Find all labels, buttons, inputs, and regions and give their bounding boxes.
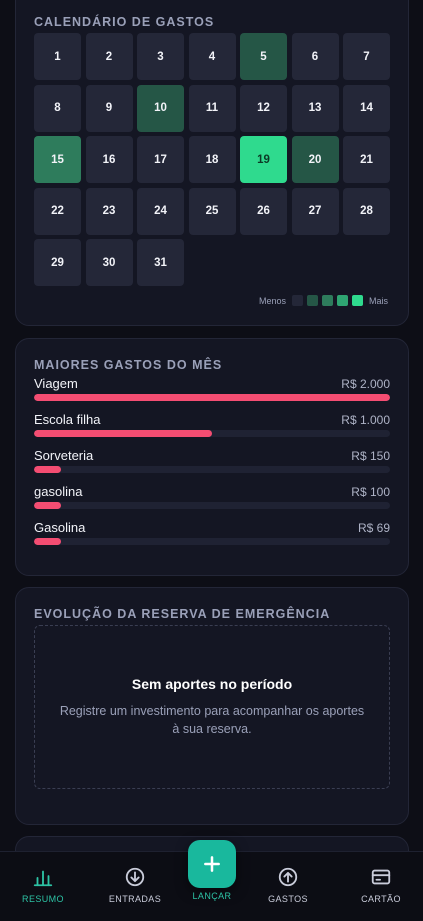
spending-bar-track: [34, 502, 390, 509]
add-entry-button[interactable]: [188, 840, 236, 888]
spending-item: Escola filha R$ 1.000: [34, 412, 390, 448]
spending-item: Gasolina R$ 69: [34, 520, 390, 556]
spending-value: R$ 150: [351, 449, 390, 463]
nav-item-gastos[interactable]: GASTOS: [248, 866, 328, 904]
top-spending-list: Viagem R$ 2.000 Escola filha R$ 1.000 Sorvet…: [34, 376, 390, 556]
nav-item-entradas[interactable]: ENTRADAS: [95, 866, 175, 904]
spending-row: Escola filha R$ 1.000: [34, 412, 390, 427]
reserve-title: EVOLUÇÃO DA RESERVA DE EMERGÊNCIA: [34, 607, 331, 621]
calendar-day[interactable]: 27: [291, 187, 339, 235]
calendar-day[interactable]: 31: [137, 239, 184, 286]
spending-name: Escola filha: [34, 412, 101, 427]
nav-item-resumo[interactable]: RESUMO: [3, 866, 83, 904]
legend-swatch-0: [291, 295, 303, 306]
spending-item: Sorveteria R$ 150: [34, 448, 390, 484]
calendar-legend: Menos Mais: [257, 295, 390, 306]
legend-less-label: Menos: [258, 295, 286, 306]
spending-value: R$ 100: [351, 485, 390, 499]
emergency-reserve-card: EVOLUÇÃO DA RESERVA DE EMERGÊNCIA Sem ap…: [15, 587, 409, 825]
spending-bar-fill: [34, 538, 61, 545]
calendar-day[interactable]: 13: [291, 84, 339, 132]
spending-bar-fill: [34, 466, 61, 473]
calendar-day[interactable]: 6: [291, 33, 339, 80]
empty-state-description: Registre um investimento para acompanhar…: [59, 704, 365, 736]
calendar-day[interactable]: 12: [240, 84, 287, 132]
calendar-day[interactable]: 25: [188, 187, 236, 235]
nav-label: ENTRADAS: [108, 894, 162, 904]
spending-item: Viagem R$ 2.000: [34, 376, 390, 412]
calendar-day[interactable]: 1: [34, 33, 81, 80]
calendar-day[interactable]: 8: [34, 84, 81, 132]
calendar-grid: 1 2 3 4 5 6 7 8 9 10 11 12 13 14 15 16 17 18 19 20 21 22 23 24 2…: [34, 33, 390, 286]
arrow-down-circle-icon: [125, 867, 145, 887]
calendar-day[interactable]: 18: [188, 136, 236, 183]
add-entry-label: LANÇAR: [192, 891, 232, 901]
calendar-day[interactable]: 29: [34, 239, 81, 286]
empty-state-title: Sem aportes no período: [131, 676, 293, 692]
calendar-day[interactable]: 14: [343, 84, 390, 132]
calendar-day[interactable]: 28: [343, 187, 390, 235]
nav-label: GASTOS: [268, 894, 308, 904]
legend-swatch-2: [321, 295, 333, 306]
spending-name: Viagem: [34, 376, 78, 391]
spending-value: R$ 69: [357, 521, 390, 535]
spending-name: gasolina: [34, 484, 83, 499]
calendar-day[interactable]: 2: [85, 33, 133, 80]
plus-icon: [204, 856, 220, 872]
bar-chart-icon: [33, 870, 53, 887]
calendar-title: CALENDÁRIO DE GASTOS: [34, 15, 215, 29]
calendar-day[interactable]: 9: [85, 84, 133, 132]
calendar-day[interactable]: 10: [137, 84, 184, 132]
spending-bar-track: [34, 430, 390, 437]
calendar-day[interactable]: 11: [188, 84, 236, 132]
spending-name: Sorveteria: [34, 448, 94, 463]
spending-bar-fill: [34, 502, 61, 509]
spending-bar-fill: [34, 394, 390, 401]
calendar-day[interactable]: 7: [343, 33, 390, 80]
legend-swatch-3: [336, 295, 348, 306]
spending-row: Sorveteria R$ 150: [34, 448, 390, 463]
credit-card-icon: [371, 869, 391, 885]
calendar-day[interactable]: 26: [240, 187, 287, 235]
calendar-day[interactable]: 24: [137, 187, 184, 235]
spending-row: gasolina R$ 100: [34, 484, 390, 499]
spending-row: Gasolina R$ 69: [34, 520, 390, 535]
spending-bar-track: [34, 394, 390, 401]
spending-row: Viagem R$ 2.000: [34, 376, 390, 391]
top-spending-title: MAIORES GASTOS DO MÊS: [34, 358, 223, 372]
calendar-day[interactable]: 4: [188, 33, 236, 80]
calendar-day[interactable]: 5: [240, 33, 287, 80]
arrow-up-circle-icon: [278, 867, 298, 887]
calendar-day[interactable]: 30: [85, 239, 133, 286]
calendar-day[interactable]: 15: [34, 136, 81, 183]
top-spending-card: MAIORES GASTOS DO MÊS Viagem R$ 2.000 Esco…: [15, 338, 409, 576]
spending-calendar-card: CALENDÁRIO DE GASTOS 1 2 3 4 5 6 7 8 9 10 11 12 13 14…: [15, 0, 409, 326]
calendar-day[interactable]: 19: [240, 136, 287, 183]
spending-value: R$ 1.000: [341, 413, 390, 427]
spending-value: R$ 2.000: [341, 377, 390, 391]
legend-swatch-1: [306, 295, 318, 306]
spending-name: Gasolina: [34, 520, 86, 535]
spending-bar-track: [34, 538, 390, 545]
nav-label: CARTÃO: [361, 894, 401, 904]
spending-item: gasolina R$ 100: [34, 484, 390, 520]
legend-swatch-4: [351, 295, 363, 306]
page: CALENDÁRIO DE GASTOS 1 2 3 4 5 6 7 8 9 10 11 12 13 14…: [0, 0, 423, 921]
calendar-day[interactable]: 22: [34, 187, 81, 235]
spending-bar-track: [34, 466, 390, 473]
calendar-day[interactable]: 23: [85, 187, 133, 235]
calendar-day[interactable]: 20: [291, 136, 339, 183]
calendar-day[interactable]: 21: [343, 136, 390, 183]
nav-label: RESUMO: [22, 894, 64, 904]
legend-more-label: Mais: [368, 295, 388, 306]
nav-item-cartao[interactable]: CARTÃO: [341, 866, 421, 904]
reserve-empty-state: Sem aportes no período Registre um inves…: [34, 625, 390, 789]
calendar-day[interactable]: 16: [85, 136, 133, 183]
calendar-day[interactable]: 3: [137, 33, 184, 80]
spending-bar-fill: [34, 430, 212, 437]
calendar-day[interactable]: 17: [137, 136, 184, 183]
